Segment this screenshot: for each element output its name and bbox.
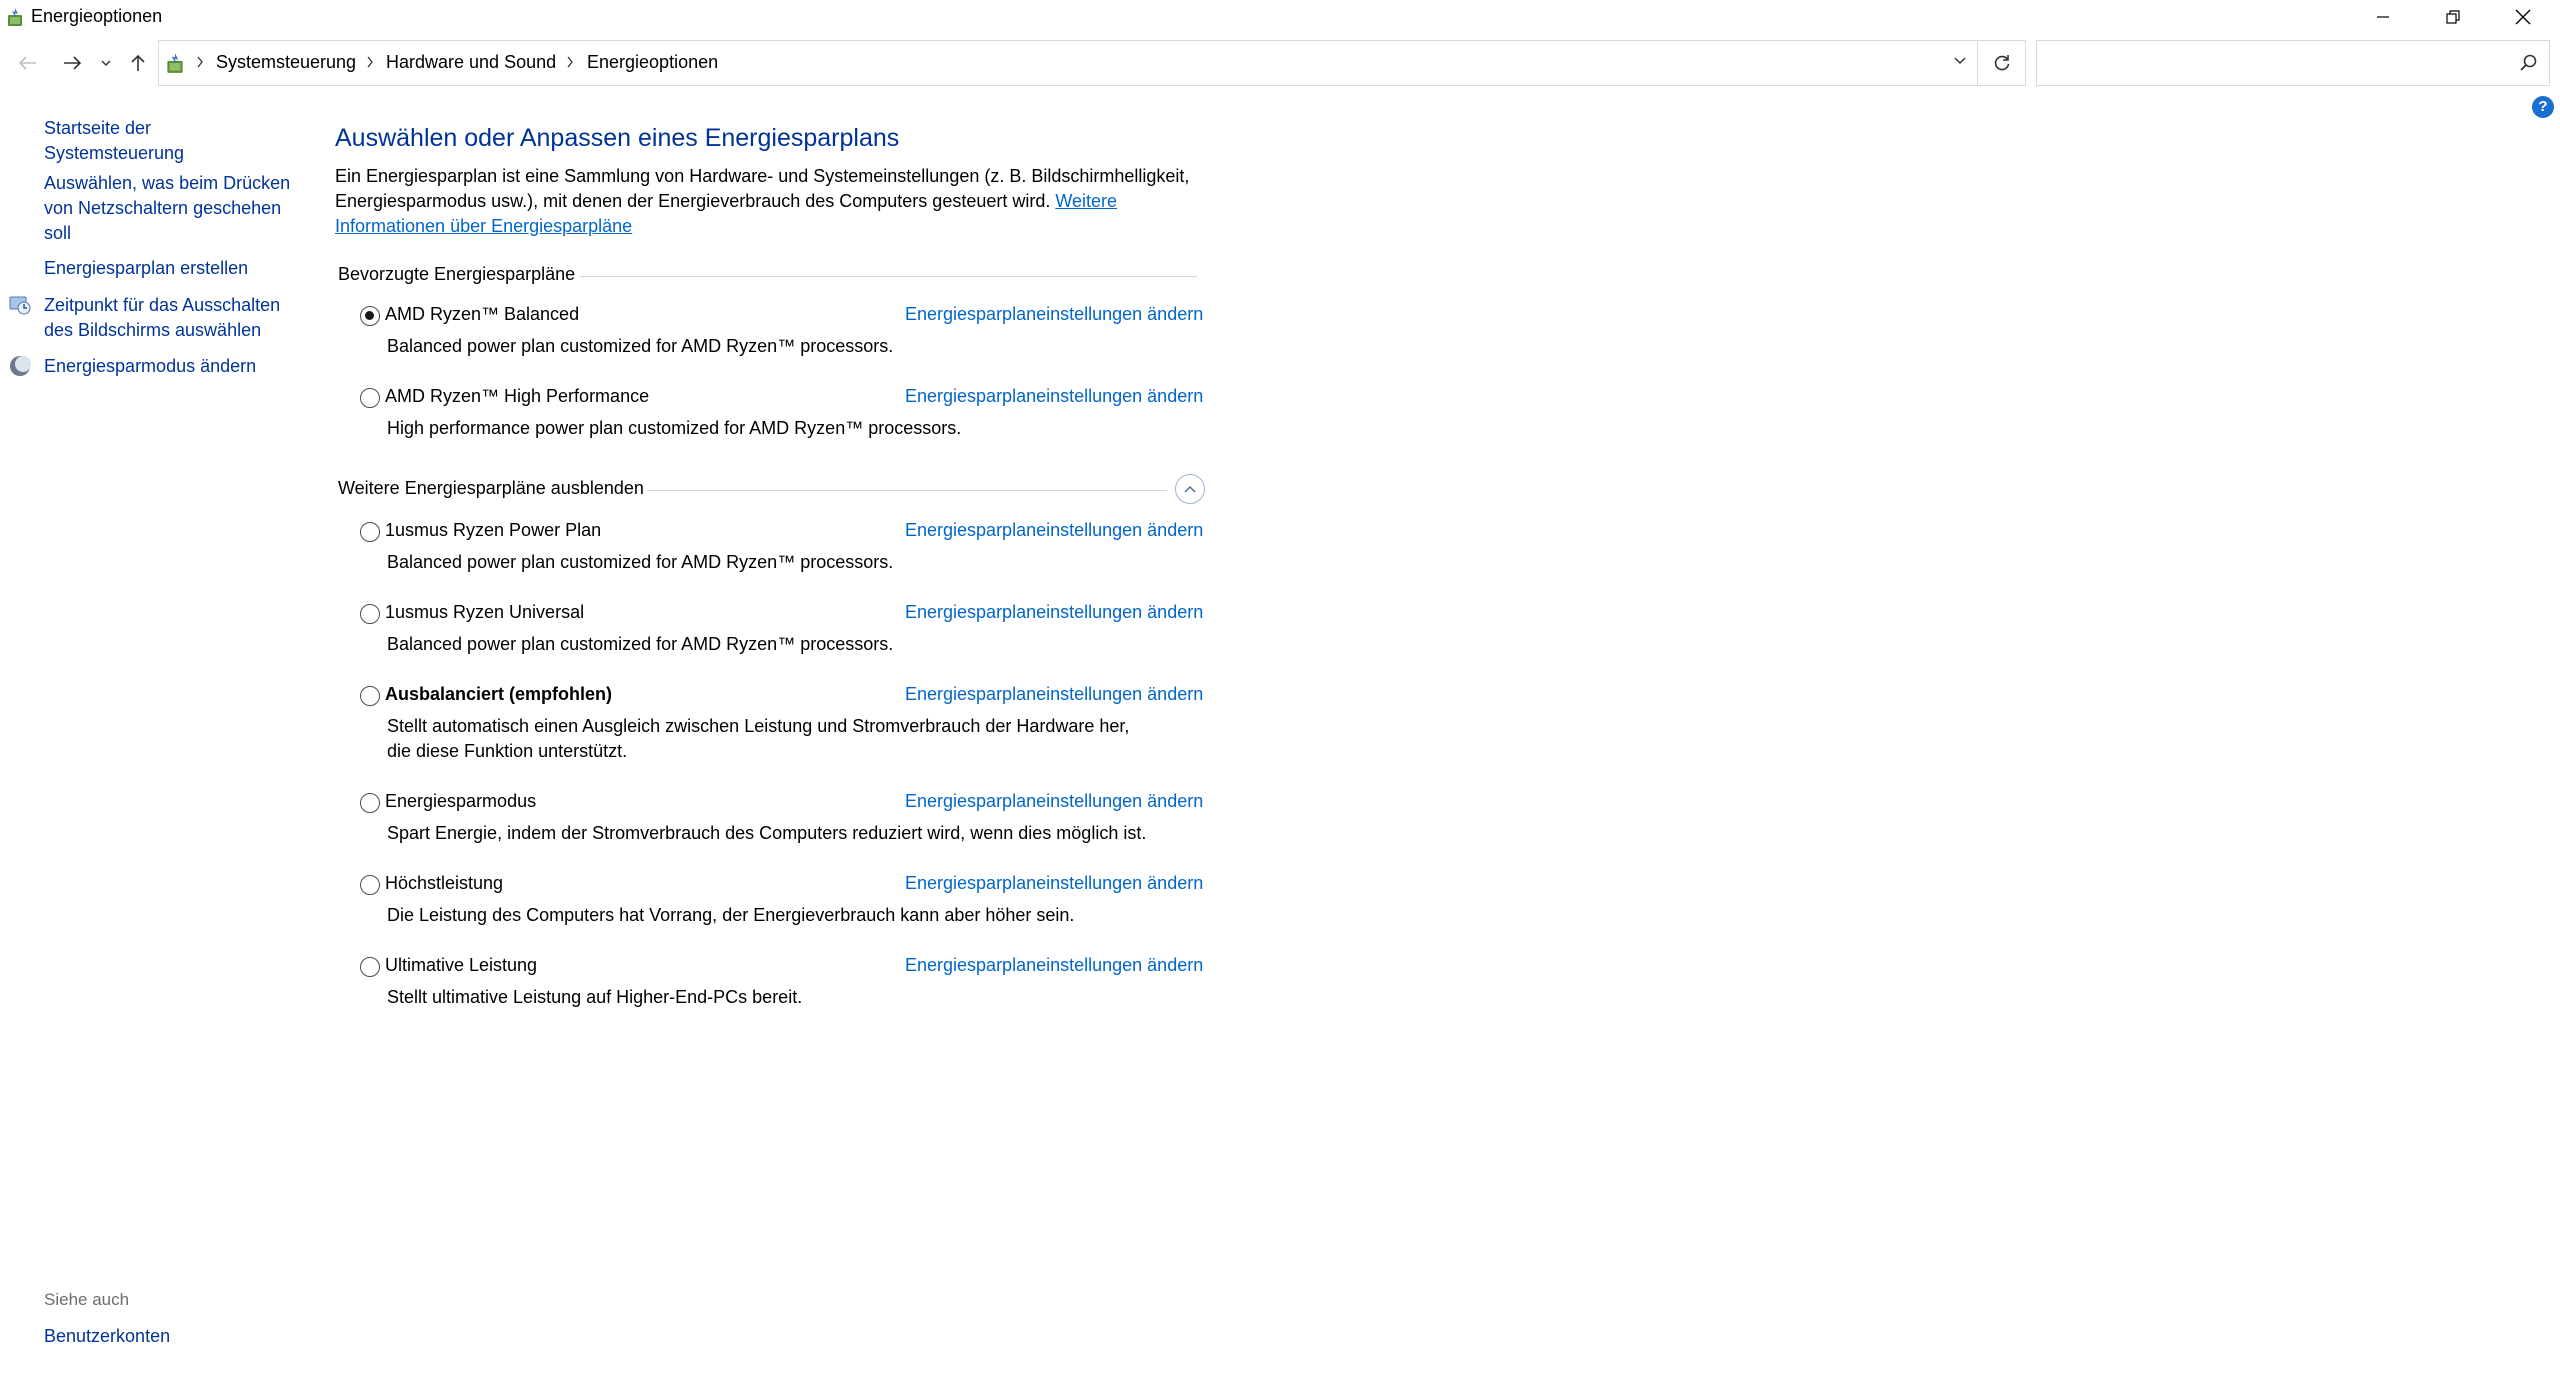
- plan-description: Balanced power plan customized for AMD R…: [387, 336, 894, 356]
- change-plan-settings-link[interactable]: Energiesparplaneinstellungen ändern: [905, 955, 1203, 976]
- minimize-button[interactable]: [2348, 0, 2418, 34]
- change-plan-settings-link[interactable]: Energiesparplaneinstellungen ändern: [905, 386, 1203, 407]
- sidebar-item-create-plan[interactable]: Energiesparplan erstellen: [44, 256, 294, 281]
- breadcrumb-energieoptionen[interactable]: Energieoptionen: [587, 52, 718, 73]
- plan-description: Spart Energie, indem der Stromverbrauch …: [387, 823, 1147, 843]
- more-plans-header[interactable]: Weitere Energiesparpläne ausblenden: [338, 478, 644, 499]
- plan-name[interactable]: Ausbalanciert (empfohlen): [385, 684, 612, 705]
- chevron-up-icon: [1184, 485, 1196, 493]
- collapse-button[interactable]: [1175, 474, 1205, 504]
- refresh-button[interactable]: [1978, 40, 2026, 86]
- plan-name[interactable]: Energiesparmodus: [385, 791, 536, 812]
- recent-locations-button[interactable]: [96, 50, 116, 76]
- plan-radio[interactable]: [360, 793, 380, 813]
- search-input[interactable]: [2045, 49, 2505, 77]
- window-title: Energieoptionen: [31, 6, 163, 26]
- forward-button[interactable]: [58, 50, 86, 76]
- plan-name[interactable]: 1usmus Ryzen Power Plan: [385, 520, 601, 541]
- change-plan-settings-link[interactable]: Energiesparplaneinstellungen ändern: [905, 684, 1203, 705]
- close-button[interactable]: [2488, 0, 2558, 34]
- arrow-up-icon: [131, 54, 145, 71]
- back-button[interactable]: [14, 50, 42, 76]
- sleep-mode-icon: [10, 356, 31, 376]
- search-icon[interactable]: [2519, 53, 2539, 73]
- change-plan-settings-link[interactable]: Energiesparplaneinstellungen ändern: [905, 602, 1203, 623]
- page-title: Auswählen oder Anpassen eines Energiespa…: [335, 124, 900, 152]
- chevron-down-icon: [101, 60, 111, 66]
- plan-radio[interactable]: [360, 604, 380, 624]
- plan-radio[interactable]: [360, 522, 380, 542]
- arrow-right-icon: [64, 56, 82, 70]
- plan-name[interactable]: AMD Ryzen™ High Performance: [385, 386, 649, 407]
- plan-radio-selected[interactable]: [360, 306, 380, 326]
- change-plan-settings-link[interactable]: Energiesparplaneinstellungen ändern: [905, 873, 1203, 894]
- chevron-right-icon: [197, 56, 203, 68]
- plan-description: High performance power plan customized f…: [387, 418, 962, 438]
- up-button[interactable]: [124, 50, 152, 76]
- see-also-label: Siehe auch: [44, 1290, 130, 1309]
- sidebar-item-change-sleep[interactable]: Energiesparmodus ändern: [44, 354, 294, 379]
- arrow-left-icon: [18, 56, 36, 70]
- chevron-right-icon: [367, 56, 373, 68]
- sidebar-item-display-off-time[interactable]: Zeitpunkt für das Ausschalten des Bildsc…: [44, 293, 294, 343]
- display-schedule-icon: [9, 296, 31, 315]
- preferred-plans-header: Bevorzugte Energiesparpläne: [338, 264, 576, 284]
- plan-radio[interactable]: [360, 957, 380, 977]
- breadcrumb-systemsteuerung[interactable]: Systemsteuerung: [216, 52, 356, 73]
- plan-name[interactable]: Ultimative Leistung: [385, 955, 537, 976]
- address-bar[interactable]: Systemsteuerung Hardware und Sound Energ…: [158, 40, 1978, 86]
- plan-name[interactable]: 1usmus Ryzen Universal: [385, 602, 584, 623]
- group-divider: [647, 490, 1167, 491]
- title-bar: Energieoptionen: [0, 0, 2560, 34]
- see-also-user-accounts[interactable]: Benutzerkonten: [44, 1326, 170, 1347]
- plan-name[interactable]: AMD Ryzen™ Balanced: [385, 304, 579, 325]
- change-plan-settings-link[interactable]: Energiesparplaneinstellungen ändern: [905, 304, 1203, 325]
- plan-radio[interactable]: [360, 686, 380, 706]
- sidebar-item-power-buttons[interactable]: Auswählen, was beim Drücken von Netzscha…: [44, 171, 294, 246]
- minimize-icon: [2377, 16, 2389, 18]
- group-divider: [580, 276, 1197, 277]
- plan-description: Balanced power plan customized for AMD R…: [387, 552, 894, 572]
- plan-name[interactable]: Höchstleistung: [385, 873, 503, 894]
- restore-icon: [2446, 10, 2460, 24]
- plan-description: Die Leistung des Computers hat Vorrang, …: [387, 905, 1075, 925]
- restore-button[interactable]: [2418, 0, 2488, 34]
- power-options-icon: [167, 53, 183, 73]
- intro-text: Ein Energiesparplan ist eine Sammlung vo…: [335, 166, 1190, 236]
- change-plan-settings-link[interactable]: Energiesparplaneinstellungen ändern: [905, 520, 1203, 541]
- plan-description: Stellt automatisch einen Ausgleich zwisc…: [387, 716, 1130, 761]
- plan-radio[interactable]: [360, 388, 380, 408]
- power-options-icon: [8, 8, 22, 26]
- search-box[interactable]: [2036, 40, 2550, 86]
- change-plan-settings-link[interactable]: Energiesparplaneinstellungen ändern: [905, 791, 1203, 812]
- plan-radio[interactable]: [360, 875, 380, 895]
- refresh-icon: [1994, 55, 2009, 71]
- close-icon: [2515, 9, 2531, 25]
- chevron-right-icon: [567, 56, 573, 68]
- chevron-down-icon[interactable]: [1953, 55, 1967, 67]
- breadcrumb-hardware-und-sound[interactable]: Hardware und Sound: [386, 52, 556, 73]
- sidebar-item-control-panel-home[interactable]: Startseite der Systemsteuerung: [44, 116, 294, 166]
- plan-description: Stellt ultimative Leistung auf Higher-En…: [387, 987, 803, 1007]
- plan-description: Balanced power plan customized for AMD R…: [387, 634, 894, 654]
- help-icon[interactable]: ?: [2532, 96, 2554, 118]
